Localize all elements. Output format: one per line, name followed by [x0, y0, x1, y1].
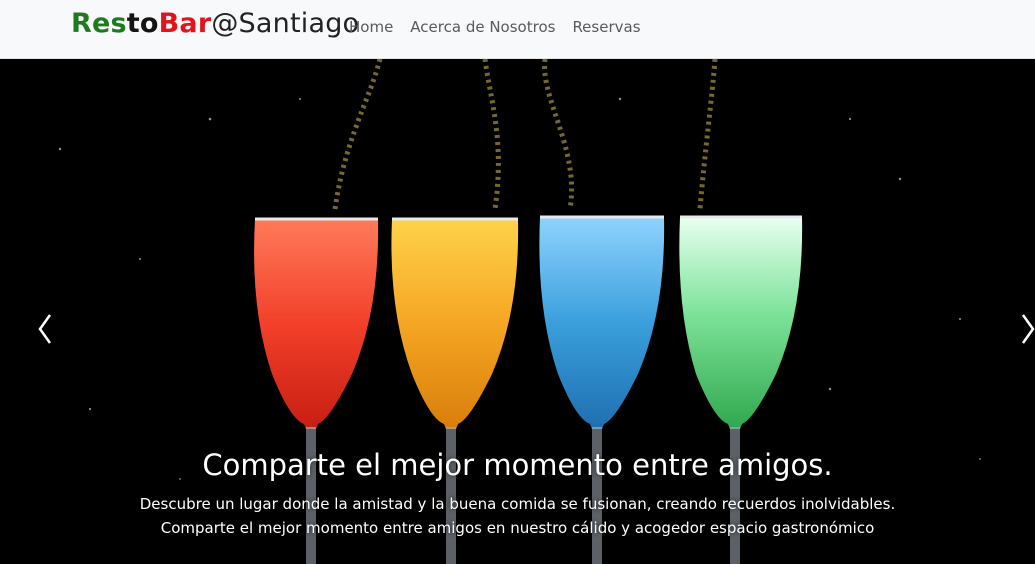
nav-link-reservas[interactable]: Reservas	[572, 17, 640, 37]
brand-part-santiago: @Santiago	[211, 8, 360, 39]
carousel-caption: Comparte el mejor momento entre amigos. …	[120, 446, 915, 540]
nav-link-home[interactable]: Home	[349, 17, 393, 37]
chevron-left-icon	[38, 314, 52, 344]
hero-carousel: Comparte el mejor momento entre amigos. …	[0, 59, 1035, 564]
chevron-right-icon	[1021, 314, 1035, 344]
brand-logo[interactable]: RestoBar@Santiago	[71, 8, 359, 40]
brand-part-res: Res	[71, 8, 127, 39]
nav-link-about[interactable]: Acerca de Nosotros	[410, 17, 555, 37]
carousel-prev-button[interactable]	[30, 309, 60, 349]
navbar: RestoBar@Santiago Home Acerca de Nosotro…	[0, 0, 1035, 59]
carousel-next-button[interactable]	[1017, 309, 1035, 349]
carousel-title: Comparte el mejor momento entre amigos.	[202, 448, 833, 482]
brand-part-bar: Bar	[158, 8, 212, 39]
carousel-text: Descubre un lugar donde la amistad y la …	[139, 495, 896, 537]
brand-part-to: to	[126, 8, 159, 39]
nav-links: Home Acerca de Nosotros Reservas	[349, 17, 641, 37]
